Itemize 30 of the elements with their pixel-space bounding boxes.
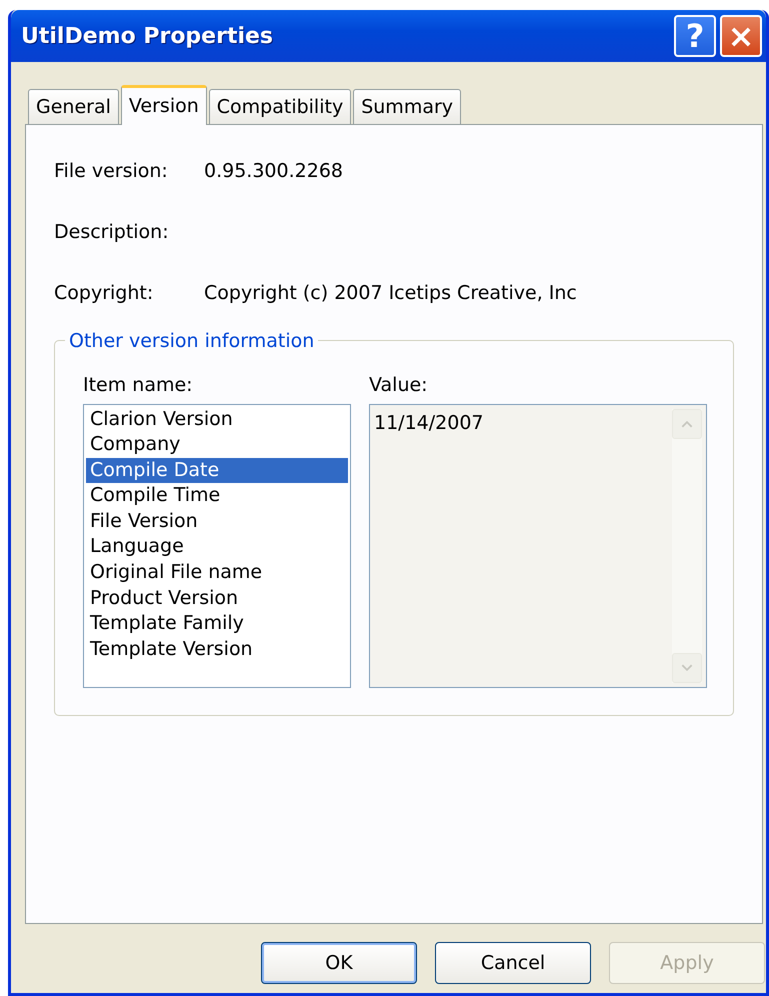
list-item[interactable]: Compile Date <box>86 458 348 484</box>
tab[interactable]: Version <box>120 85 207 125</box>
list-item[interactable]: Language <box>86 534 348 560</box>
list-item[interactable]: Clarion Version <box>86 406 348 432</box>
value-label: Value: <box>369 373 429 398</box>
window-title: UtilDemo Properties <box>21 22 274 50</box>
list-item[interactable]: File Version <box>86 508 348 534</box>
help-button[interactable]: ? <box>674 15 716 57</box>
dialog-button[interactable]: OK <box>261 942 417 984</box>
scroll-down-icon[interactable] <box>672 652 702 682</box>
field-label: File version: <box>54 159 169 184</box>
item-list[interactable]: Clarion Version Company Compile Date Compile Time File Version Language Original File name Product Version Template Family Template Version <box>83 404 351 688</box>
list-item[interactable]: Company <box>86 432 348 458</box>
list-item[interactable]: Product Version <box>86 586 348 612</box>
list-item[interactable]: Template Version <box>86 636 348 662</box>
value-text: 11/14/2007 <box>374 410 484 436</box>
list-item[interactable]: Original File name <box>86 560 348 586</box>
list-item[interactable]: Template Family <box>86 611 348 637</box>
value-box[interactable]: 11/14/2007 <box>369 404 707 688</box>
field-label: Description: <box>54 220 170 245</box>
scroll-bar[interactable] <box>672 408 702 682</box>
scroll-up-icon[interactable] <box>672 408 702 438</box>
field-value: 0.95.300.2268 <box>204 159 344 184</box>
close-button[interactable]: × <box>720 15 762 57</box>
list-item[interactable]: Compile Time <box>86 483 348 509</box>
item-name-label: Item name: <box>83 373 194 398</box>
tab[interactable]: General <box>28 89 119 124</box>
tab[interactable]: Summary <box>353 89 462 124</box>
dialog-button[interactable]: Cancel <box>435 942 591 984</box>
tab[interactable]: Compatibility <box>208 89 352 124</box>
